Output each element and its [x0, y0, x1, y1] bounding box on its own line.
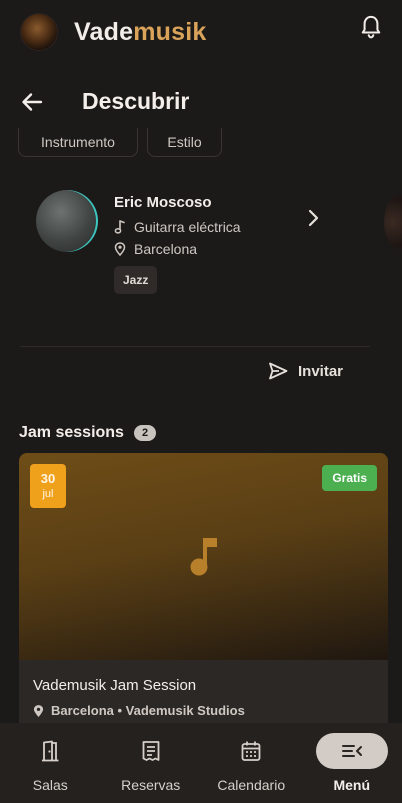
jam-session-card[interactable]: 30 jul Gratis Vademusik Jam Session Barc… [19, 453, 388, 753]
nav-item-salas[interactable]: Salas [0, 723, 101, 803]
arrow-left-icon[interactable] [20, 90, 44, 114]
location-pin-icon [33, 704, 44, 717]
musician-instrument-row: Guitarra eléctrica [114, 219, 241, 235]
date-badge: 30 jul [30, 464, 66, 508]
filter-chip-instrument[interactable]: Instrumento [18, 128, 138, 157]
next-musician-avatar[interactable] [384, 195, 402, 249]
date-month: jul [42, 488, 54, 501]
event-cover: 30 jul Gratis [19, 453, 388, 660]
nav-item-calendario[interactable]: Calendario [201, 723, 302, 803]
musician-city-row: Barcelona [114, 241, 197, 257]
nav-label: Menú [333, 777, 371, 793]
event-title: Vademusik Jam Session [33, 677, 197, 694]
nav-icon-wrap [123, 735, 179, 767]
app-bar: Vademusik [0, 0, 402, 64]
music-note-icon [190, 538, 217, 576]
menu-collapse-icon [341, 745, 362, 757]
nav-icon-wrap [223, 735, 279, 767]
page-title: Descubrir [82, 88, 190, 114]
brand-name: Vademusik [74, 18, 206, 47]
musician-name: Eric Moscoso [114, 194, 212, 211]
nav-label: Reservas [121, 777, 181, 793]
music-note-icon [114, 220, 125, 234]
musician-card[interactable]: Eric Moscoso Guitarra eléctrica Barcelon… [18, 180, 368, 310]
send-icon [269, 362, 288, 380]
calendar-icon [241, 741, 261, 761]
divider [20, 346, 370, 347]
section-title: Jam sessions [19, 424, 124, 441]
jam-sessions-heading: Jam sessions 2 [19, 424, 157, 442]
invite-label: Invitar [298, 362, 344, 380]
brand-part-1: Vade [74, 17, 134, 46]
musician-avatar [36, 190, 98, 252]
nav-label: Salas [32, 777, 68, 793]
page-header: Descubrir [0, 76, 402, 132]
event-location: Barcelona • Vademusik Studios [51, 703, 245, 718]
nav-item-reservas[interactable]: Reservas [101, 723, 202, 803]
date-day: 30 [40, 470, 56, 486]
receipt-icon [142, 741, 160, 761]
chevron-right-icon[interactable] [306, 208, 320, 228]
nav-icon-wrap [315, 733, 388, 769]
musician-city: Barcelona [134, 241, 198, 257]
door-icon [42, 740, 59, 762]
genre-tag: Jazz [114, 266, 158, 294]
brand-part-2: musik [133, 17, 207, 46]
bottom-navigation: Salas Reservas Calendario Menú [0, 723, 402, 803]
count-badge: 2 [133, 425, 157, 441]
bell-icon[interactable] [360, 14, 382, 40]
nav-icon-wrap [22, 735, 78, 767]
event-location-row: Barcelona • Vademusik Studios [33, 703, 245, 718]
location-pin-icon [114, 242, 126, 256]
price-badge: Gratis [322, 465, 377, 491]
musician-instrument: Guitarra eléctrica [134, 219, 241, 235]
band-logo-avatar[interactable] [20, 13, 58, 51]
nav-item-menu[interactable]: Menú [302, 723, 402, 803]
filter-chip-style[interactable]: Estilo [147, 128, 222, 157]
nav-label: Calendario [217, 777, 286, 793]
invite-button[interactable]: Invitar [268, 362, 343, 380]
